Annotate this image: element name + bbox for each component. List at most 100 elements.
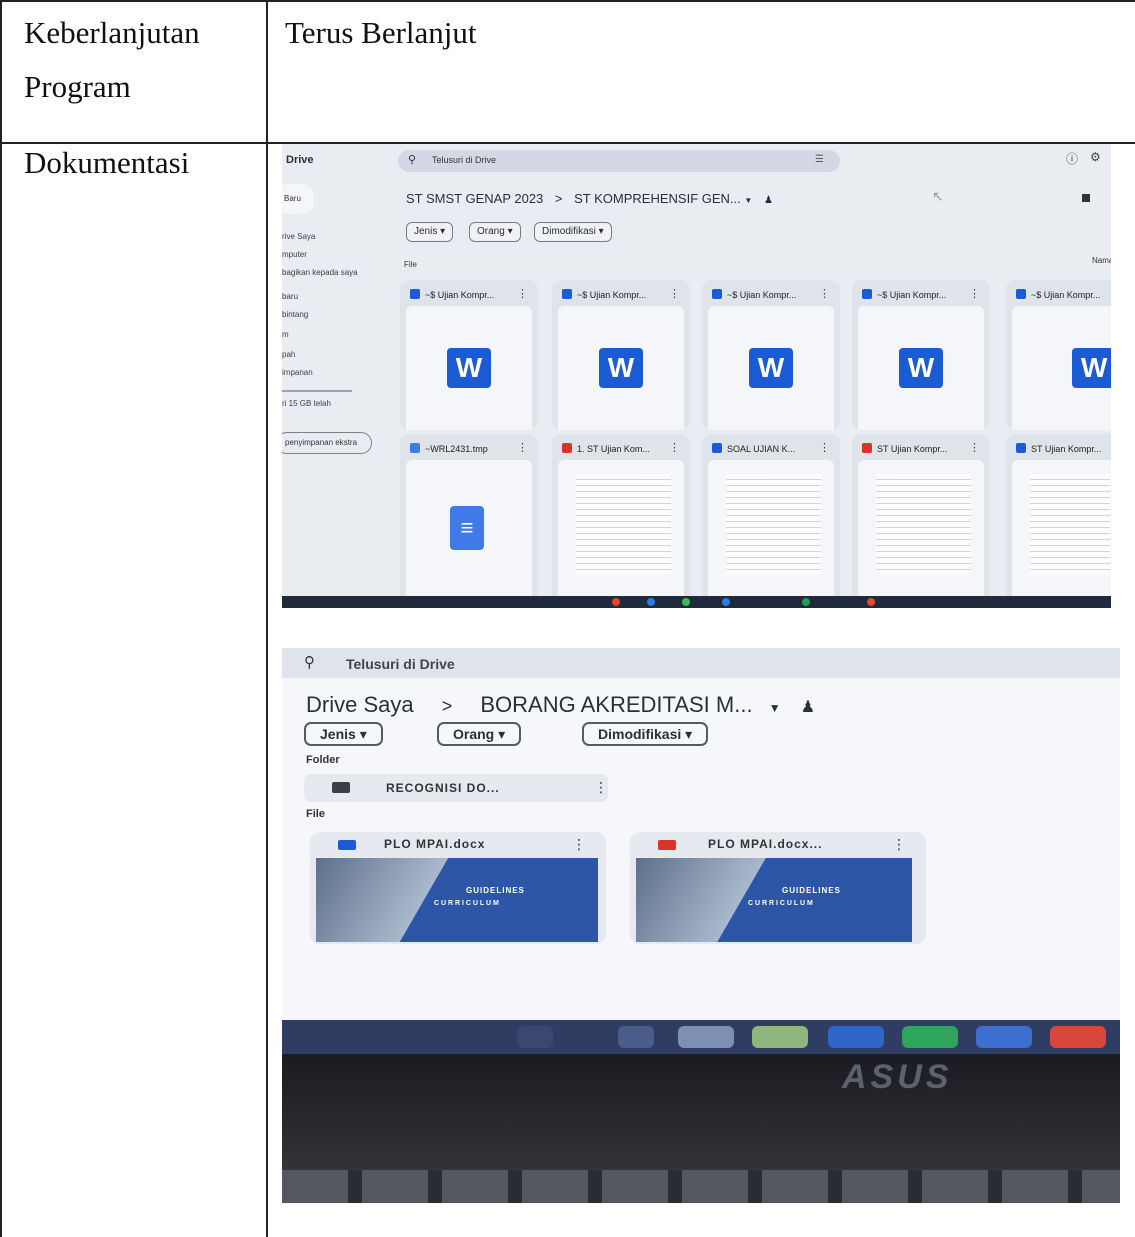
taskbar-app-icon bbox=[976, 1026, 1032, 1048]
storage-bar bbox=[282, 390, 352, 392]
file-name: PLO MPAI.docx... bbox=[708, 837, 823, 851]
more-icon: ⋮ bbox=[669, 442, 680, 454]
table-border-left bbox=[0, 0, 2, 1237]
taskbar bbox=[282, 1020, 1120, 1054]
thumbnail-title: GUIDELINES bbox=[466, 886, 525, 895]
filter-modified-chip: Dimodifikasi ▾ bbox=[534, 222, 612, 242]
file-card: 1. ST Ujian Kom... ⋮ bbox=[552, 434, 690, 604]
more-icon: ⋮ bbox=[819, 442, 830, 454]
sort-name-label: Nama bbox=[1092, 256, 1111, 265]
shared-folder-icon: ♟ bbox=[763, 195, 773, 206]
taskbar-app-icon bbox=[802, 598, 810, 606]
file-card: ~$ Ujian Kompr... ⋮ W bbox=[852, 280, 990, 430]
shared-folder-icon bbox=[332, 782, 350, 793]
caret-down-icon: ▼ bbox=[744, 196, 753, 205]
word-icon bbox=[338, 840, 356, 850]
row-label-program: Program bbox=[24, 69, 131, 104]
taskbar-app-icon bbox=[902, 1026, 958, 1048]
taskbar-app-icon bbox=[517, 1026, 553, 1048]
file-name: PLO MPAI.docx bbox=[384, 837, 486, 851]
file-card: PLO MPAI.docx ⋮ GUIDELINES C U R R I C U… bbox=[310, 832, 606, 944]
taskbar bbox=[282, 596, 1111, 608]
taskbar-app-icon bbox=[618, 1026, 654, 1048]
pdf-icon bbox=[658, 840, 676, 850]
filter-type-chip: Jenis ▾ bbox=[304, 722, 383, 746]
pdf-icon bbox=[562, 443, 572, 453]
document-icon: ≡ bbox=[450, 506, 484, 550]
filter-icon: ☰ bbox=[815, 154, 824, 165]
search-icon: ⚲ bbox=[304, 654, 315, 671]
word-icon: W bbox=[1072, 348, 1111, 388]
more-icon: ⋮ bbox=[969, 288, 980, 300]
file-card: ~WRL2431.tmp ⋮ ≡ bbox=[400, 434, 538, 604]
more-icon: ⋮ bbox=[819, 288, 830, 300]
files-section-label: File bbox=[306, 808, 325, 820]
thumbnail-subtitle: C U R R I C U L U M bbox=[748, 900, 813, 907]
taskbar-app-icon bbox=[612, 598, 620, 606]
word-icon bbox=[1016, 289, 1026, 299]
sidebar-item-5: bintang bbox=[282, 310, 309, 319]
documentation-photo-2: ⚲ Telusuri di Drive Drive Saya > BORANG … bbox=[282, 648, 1120, 1203]
document-thumbnail bbox=[576, 474, 671, 574]
doc-icon bbox=[410, 443, 420, 453]
file-card: ~$ Ujian Kompr... ⋮ W bbox=[552, 280, 690, 430]
filter-type-chip: Jenis ▾ bbox=[406, 222, 454, 242]
taskbar-app-icon bbox=[867, 598, 875, 606]
caret-down-icon: ▼ bbox=[768, 701, 781, 715]
storage-text: ri 15 GB telah bbox=[282, 399, 331, 408]
brand-logo: ASUS bbox=[842, 1058, 953, 1096]
breadcrumb-current: ST KOMPREHENSIF GEN... bbox=[574, 191, 741, 206]
filter-modified-chip: Dimodifikasi ▾ bbox=[582, 722, 709, 746]
folder-section-label: Folder bbox=[306, 754, 340, 766]
row-label-dokumentasi: Dokumentasi bbox=[24, 145, 190, 180]
more-icon: ⋮ bbox=[969, 442, 980, 454]
sidebar-item-6: m bbox=[282, 330, 289, 339]
thumbnail-title: GUIDELINES bbox=[782, 886, 841, 895]
taskbar-app-icon bbox=[828, 1026, 884, 1048]
taskbar-app-icon bbox=[682, 598, 690, 606]
search-placeholder: Telusuri di Drive bbox=[346, 656, 455, 672]
new-button: Baru bbox=[282, 184, 314, 214]
grid-view-icon bbox=[1082, 194, 1090, 202]
file-card: PLO MPAI.docx... ⋮ GUIDELINES C U R R I … bbox=[630, 832, 926, 944]
word-icon bbox=[410, 289, 420, 299]
file-thumbnail: GUIDELINES C U R R I C U L U M bbox=[636, 858, 912, 942]
table-column-divider bbox=[266, 0, 268, 1237]
word-icon bbox=[712, 443, 722, 453]
thumbnail-subtitle: C U R R I C U L U M bbox=[434, 900, 499, 907]
documentation-photo-1: Drive ⚲ Telusuri di Drive ☰ ⓘ ⚙ Baru riv… bbox=[282, 144, 1111, 608]
sidebar-item-7: pah bbox=[282, 350, 296, 359]
more-icon: ⋮ bbox=[594, 779, 608, 795]
pdf-icon bbox=[862, 443, 872, 453]
word-icon bbox=[862, 289, 872, 299]
keyboard-keys bbox=[282, 1170, 1120, 1203]
taskbar-app-icon bbox=[647, 598, 655, 606]
file-card: ST Ujian Kompr... bbox=[1006, 434, 1111, 604]
breadcrumb-separator: > bbox=[554, 191, 563, 206]
row-value-terus-berlanjut: Terus Berlanjut bbox=[285, 15, 477, 50]
taskbar-app-icon bbox=[678, 1026, 734, 1048]
taskbar-app-icon bbox=[1050, 1026, 1106, 1048]
filter-people-chip: Orang ▾ bbox=[469, 222, 521, 242]
folder-item: RECOGNISI DO... ⋮ bbox=[304, 774, 608, 802]
breadcrumb-current: BORANG AKREDITASI M... bbox=[480, 692, 753, 717]
word-icon bbox=[712, 289, 722, 299]
files-section-label: File bbox=[404, 260, 417, 269]
folder-name: RECOGNISI DO... bbox=[386, 781, 500, 795]
sidebar-item-4: baru bbox=[282, 292, 299, 301]
more-icon: ⋮ bbox=[517, 288, 528, 300]
more-icon: ⋮ bbox=[892, 836, 906, 852]
storage-button: penyimpanan ekstra bbox=[282, 432, 372, 454]
sidebar-item-3: bagikan kepada saya bbox=[282, 268, 358, 277]
file-card: ~$ Ujian Kompr... ⋮ W bbox=[702, 280, 840, 430]
breadcrumb: Drive Saya > BORANG AKREDITASI M... ▼ ♟ bbox=[306, 692, 815, 718]
file-card: ST Ujian Kompr... ⋮ bbox=[852, 434, 990, 604]
word-icon bbox=[562, 289, 572, 299]
sidebar-item-2: mputer bbox=[282, 250, 307, 259]
row-label-keberlanjutan: Keberlanjutan bbox=[24, 15, 200, 50]
search-bar: ⚲ Telusuri di Drive bbox=[282, 648, 1120, 678]
cursor-icon: ↖ bbox=[932, 188, 944, 204]
word-icon: W bbox=[447, 348, 491, 388]
more-icon: ⋮ bbox=[517, 442, 528, 454]
drive-app-name: Drive bbox=[286, 154, 314, 166]
